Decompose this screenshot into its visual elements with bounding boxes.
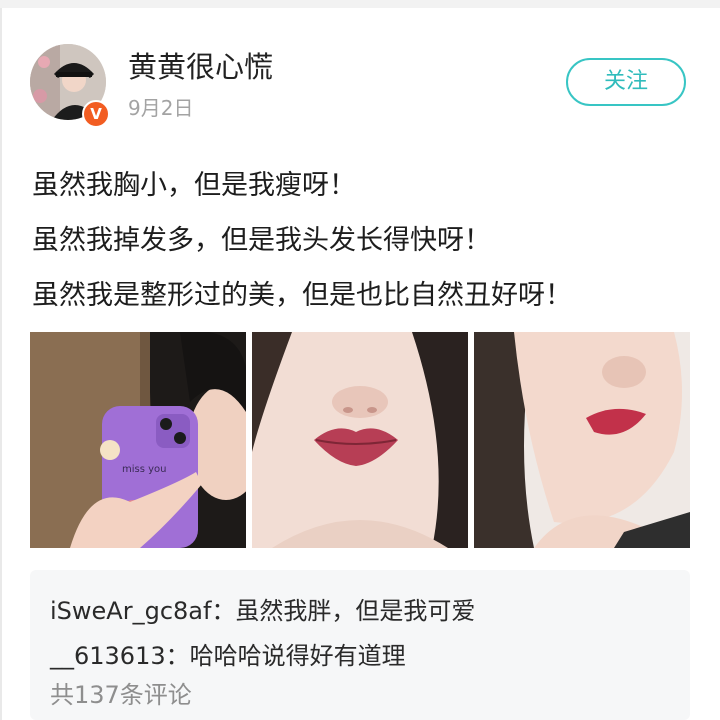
post-text: 虽然我胸小，但是我瘦呀！ 虽然我掉发多，但是我头发长得快呀！ 虽然我是整形过的美… <box>32 158 692 323</box>
post-text-line: 虽然我胸小，但是我瘦呀！ <box>32 170 356 201</box>
comment-separator: ： <box>165 642 190 670</box>
mirror-selfie-photo[interactable]: miss you <box>30 332 246 548</box>
weibo-post-card: V 黄黄很心慌 9月2日 关注 虽然我胸小，但是我瘦呀！ 虽然我掉发多，但是我头… <box>0 8 720 720</box>
comment-separator: ： <box>211 597 236 625</box>
comment-item[interactable]: iSweAr_gc8af：虽然我胖，但是我可爱 <box>50 596 475 626</box>
comment-text: 虽然我胖，但是我可爱 <box>235 597 476 625</box>
image-grid: miss you <box>30 332 690 548</box>
username[interactable]: 黄黄很心慌 <box>128 50 273 84</box>
post-text-line: 虽然我掉发多，但是我头发长得快呀！ <box>32 225 491 256</box>
phone-case-text: miss you <box>122 464 167 475</box>
post-header: V 黄黄很心慌 9月2日 关注 <box>30 44 690 130</box>
lips-closeup-photo[interactable] <box>252 332 468 548</box>
comment-preview[interactable]: iSweAr_gc8af：虽然我胖，但是我可爱 __613613：哈哈哈说得好有… <box>30 570 690 720</box>
post-date: 9月2日 <box>128 96 194 120</box>
comment-count-link[interactable]: 共137条评论 <box>50 680 192 710</box>
comment-text: 哈哈哈说得好有道理 <box>189 642 406 670</box>
top-strip <box>0 0 720 8</box>
verified-badge-icon: V <box>82 100 110 128</box>
comment-item[interactable]: __613613：哈哈哈说得好有道理 <box>50 641 406 671</box>
comment-author[interactable]: iSweAr_gc8af <box>50 597 211 625</box>
follow-button[interactable]: 关注 <box>566 58 686 106</box>
post-text-line: 虽然我是整形过的美，但是也比自然丑好呀！ <box>32 280 572 311</box>
comment-author[interactable]: __613613 <box>50 642 166 670</box>
side-face-photo[interactable] <box>474 332 690 548</box>
